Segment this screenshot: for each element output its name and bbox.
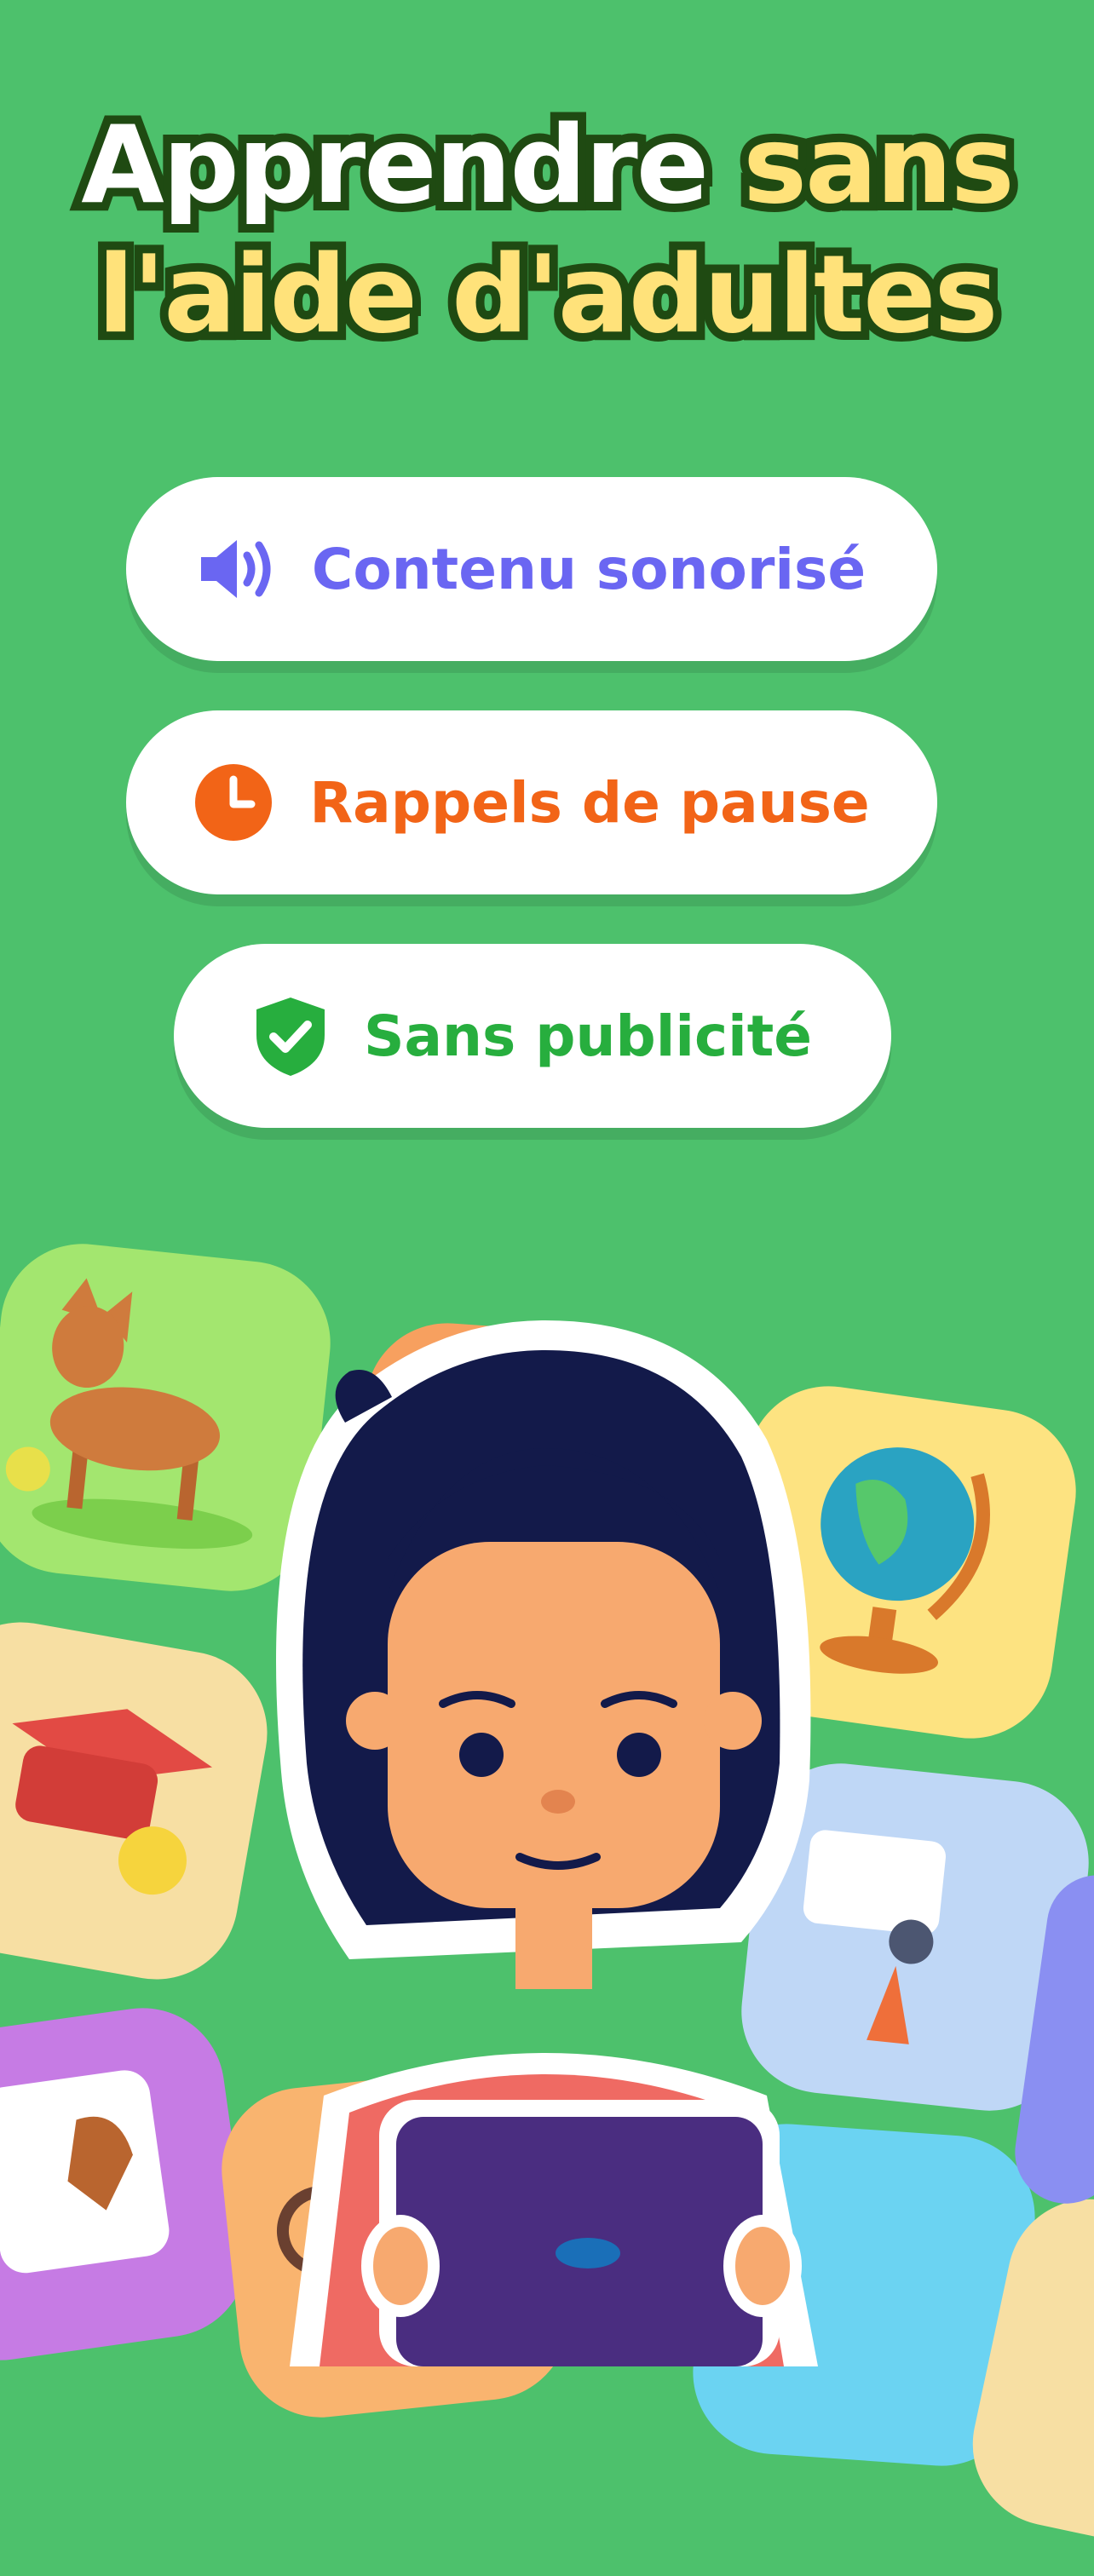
child-illustration bbox=[276, 1320, 818, 2366]
feature-pill-break: Rappels de pause bbox=[126, 710, 937, 894]
headline-white-text: Apprendre bbox=[72, 94, 717, 236]
clock-icon bbox=[193, 762, 274, 842]
headline: Apprendre sans l'aide d'adultes bbox=[0, 94, 1094, 365]
speaker-icon bbox=[198, 535, 276, 603]
headline-line-1: Apprendre sans bbox=[0, 94, 1094, 236]
shield-check-icon bbox=[253, 994, 328, 1078]
feature-pill-noads: Sans publicité bbox=[174, 944, 891, 1128]
feature-pill-audio: Contenu sonorisé bbox=[126, 477, 937, 661]
feature-label-noads: Sans publicité bbox=[363, 1003, 813, 1069]
headline-yellow-text: sans bbox=[734, 94, 1023, 236]
headline-yellow-text-2: l'aide d'adultes bbox=[89, 223, 1006, 365]
feature-label-break: Rappels de pause bbox=[309, 769, 870, 836]
feature-label-audio: Contenu sonorisé bbox=[311, 536, 867, 602]
headline-line-2: l'aide d'adultes bbox=[0, 223, 1094, 365]
